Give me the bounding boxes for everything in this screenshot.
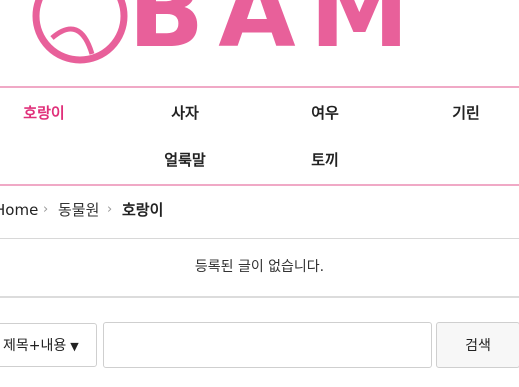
breadcrumb-separator: ›: [107, 202, 113, 217]
search-button[interactable]: 검색: [436, 322, 519, 368]
search-scope-value: 제목+내용: [3, 338, 67, 354]
site-logo[interactable]: BAM: [0, 0, 519, 66]
nav-item-rabbit[interactable]: 토끼: [311, 149, 339, 170]
empty-list-message: 등록된 글이 없습니다.: [0, 239, 519, 298]
search-input[interactable]: [103, 322, 432, 368]
nav-item-giraffe[interactable]: 기린: [452, 102, 480, 123]
breadcrumb-category-link[interactable]: 동물원: [58, 184, 99, 236]
nav-item-fox[interactable]: 여우: [311, 102, 339, 123]
breadcrumb: Home › 동물원 › 호랑이: [0, 184, 519, 239]
nav-item-lion[interactable]: 사자: [171, 102, 199, 123]
nav-item-zebra[interactable]: 얼룩말: [164, 149, 205, 170]
breadcrumb-separator: ›: [43, 202, 49, 217]
circle-emblem-icon: [32, 0, 128, 64]
breadcrumb-home-link[interactable]: Home: [0, 184, 38, 236]
logo-wordmark: BAM: [128, 0, 424, 66]
breadcrumb-current: 호랑이: [122, 201, 164, 219]
search-scope-select[interactable]: 제목+내용 ▼: [0, 323, 97, 367]
caret-down-icon: ▼: [70, 340, 79, 353]
category-nav: 호랑이 사자 여우 기린 얼룩말 토끼: [0, 86, 519, 186]
search-bar: 제목+내용 ▼ 검색: [0, 316, 519, 376]
nav-item-tiger[interactable]: 호랑이: [23, 102, 64, 123]
